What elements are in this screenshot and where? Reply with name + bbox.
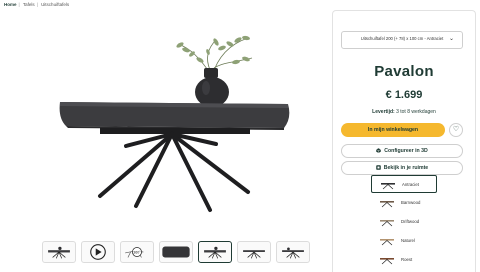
breadcrumb-separator: | — [18, 2, 20, 7]
swatch-icon — [380, 220, 394, 227]
svg-text:360°: 360° — [133, 250, 141, 254]
configure-3d-button[interactable]: Configureer in 3D — [341, 144, 463, 158]
color-option-antraciet[interactable]: Antraciet — [371, 175, 437, 193]
color-label: Antraciet — [402, 182, 419, 187]
color-option-roest[interactable]: Roest — [371, 251, 437, 269]
play-icon — [90, 244, 106, 260]
size-select[interactable]: Uitschuiftafel 200 (+ 78) x 100 cm - Ant… — [341, 31, 463, 49]
breadcrumb-tables-link[interactable]: Tafels — [23, 2, 35, 7]
color-option-barnwood[interactable]: Barnwood — [371, 194, 437, 212]
configure-3d-label: Configureer in 3D — [384, 148, 428, 154]
product-title: Pavalon — [374, 63, 434, 80]
chevron-down-icon: ⌄ — [448, 36, 454, 42]
color-label: Naturel — [401, 238, 415, 243]
color-option-driftwood[interactable]: Driftwood — [371, 213, 437, 231]
breadcrumb-home-link[interactable]: Home — [4, 2, 17, 7]
swatch-icon — [380, 239, 394, 246]
view-in-room-label: Bekijk in je ruimte — [383, 165, 429, 171]
product-panel: Uitschuiftafel 200 (+ 78) x 100 cm - Ant… — [332, 10, 476, 272]
plant-leaves — [176, 35, 250, 65]
thumbnail-top-view[interactable] — [159, 241, 193, 263]
thumbnail-photo[interactable] — [276, 241, 310, 263]
thumbnail-video[interactable] — [81, 241, 115, 263]
add-to-cart-button[interactable]: In mijn winkelwagen — [341, 123, 445, 137]
breadcrumb-current: Uitschuiftafels — [41, 2, 70, 7]
delivery-label: Levertijd: — [372, 109, 395, 115]
color-option-naturel[interactable]: Naturel — [371, 232, 437, 250]
swatch-icon — [381, 183, 395, 190]
size-select-value: Uitschuiftafel 200 (+ 78) x 100 cm - Ant… — [360, 36, 444, 41]
color-label: Roest — [401, 257, 413, 262]
ar-icon — [376, 164, 381, 170]
vase — [195, 68, 229, 107]
delivery-value: 3 tot 8 werkdagen — [396, 109, 436, 115]
heart-icon: ♡ — [452, 126, 460, 133]
thumbnail-photo[interactable] — [42, 241, 76, 263]
delivery-time: Levertijd: 3 tot 8 werkdagen — [333, 109, 475, 115]
favorite-button[interactable]: ♡ — [449, 123, 463, 137]
swatch-icon — [380, 258, 394, 265]
thumbnail-360[interactable]: 360° — [120, 241, 154, 263]
color-label: Barnwood — [401, 200, 421, 205]
product-price: € 1.699 — [385, 89, 423, 101]
breadcrumb: Home | Tafels | Uitschuiftafels — [4, 2, 71, 7]
thumbnail-photo[interactable] — [237, 241, 271, 263]
view-in-room-button[interactable]: Bekijk in je ruimte — [341, 161, 463, 175]
table-top — [59, 102, 290, 134]
cube-icon — [376, 147, 382, 153]
thumbnail-photo-selected[interactable] — [198, 241, 232, 263]
color-label: Driftwood — [401, 219, 420, 224]
swatch-icon — [380, 201, 394, 208]
product-main-image[interactable] — [40, 18, 300, 218]
breadcrumb-separator: | — [36, 2, 38, 7]
table-legs — [98, 132, 250, 212]
